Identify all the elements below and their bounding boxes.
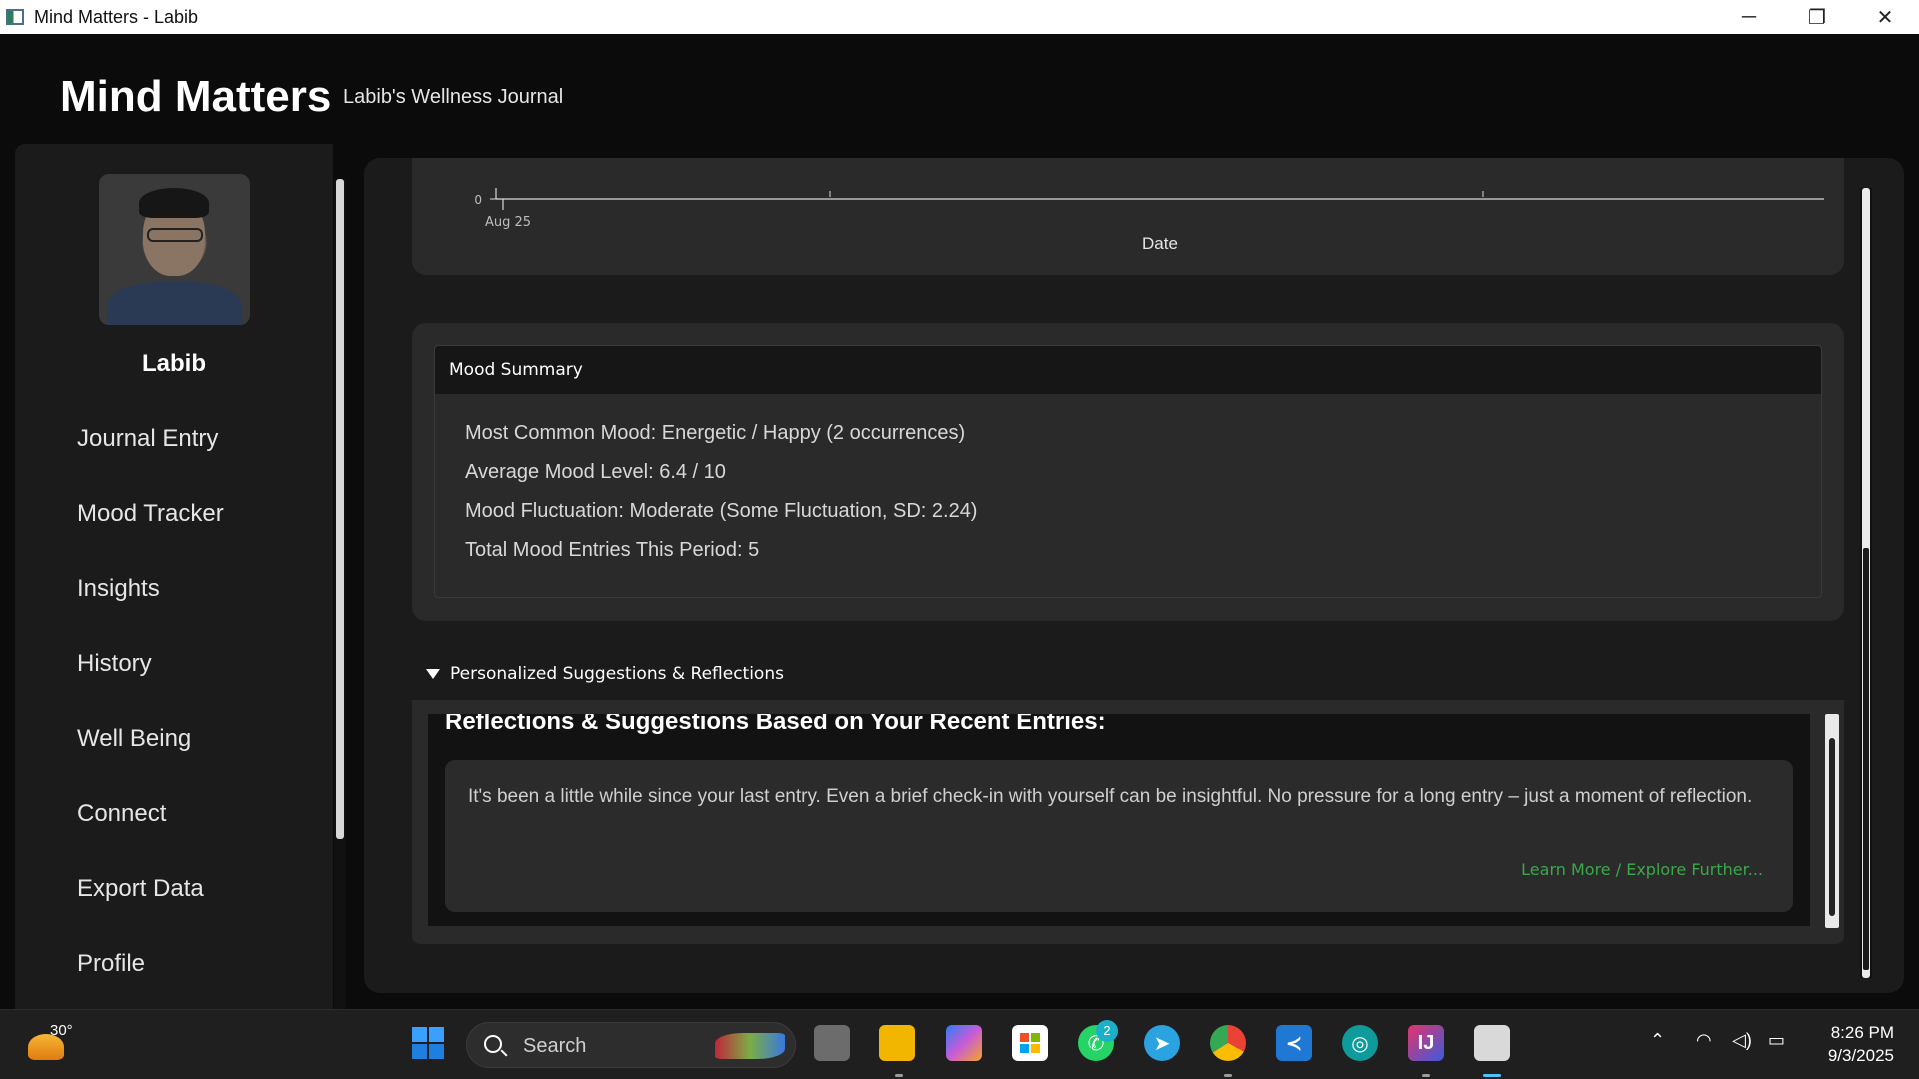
screen-recorder-icon[interactable]: ◎ [1342, 1025, 1378, 1061]
total-mood-entries: Total Mood Entries This Period: 5 [465, 539, 760, 561]
sidebar-nav: Journal Entry Mood Tracker Insights Hist… [77, 424, 224, 1024]
sidebar: Labib Journal Entry Mood Tracker Insight… [15, 144, 333, 1009]
telegram-icon[interactable]: ➤ [1144, 1025, 1180, 1061]
sidebar-item-insights[interactable]: Insights [77, 574, 224, 649]
chrome-icon[interactable] [1210, 1025, 1246, 1061]
suggestions-scroll-area: Reflections & Suggestions Based on Your … [428, 714, 1810, 926]
window-titlebar: Mind Matters - Labib ─ ❐ ✕ [0, 0, 1919, 34]
sidebar-item-mood-tracker[interactable]: Mood Tracker [77, 499, 224, 574]
wifi-icon[interactable]: ◠ [1696, 1030, 1712, 1051]
mood-chart: 0 Aug 25 Date [474, 188, 1824, 253]
volume-icon[interactable]: ◁) [1732, 1030, 1752, 1051]
weather-temperature: 30° [50, 1022, 73, 1039]
active-app-indicator [1483, 1074, 1501, 1077]
sidebar-scrollbar[interactable] [334, 179, 346, 1043]
search-highlight-image [715, 1033, 785, 1059]
app-window: Mind Matters Labib's Wellness Journal La… [0, 34, 1919, 1043]
main-scrollbar[interactable] [1860, 188, 1872, 978]
copilot-icon[interactable] [946, 1025, 982, 1061]
suggestions-header-label: Personalized Suggestions & Reflections [450, 664, 784, 684]
suggestions-title: Reflections & Suggestions Based on Your … [445, 714, 1106, 735]
suggestion-card: It's been a little while since your last… [445, 760, 1793, 912]
microsoft-store-icon[interactable] [1012, 1025, 1048, 1061]
intellij-idea-icon[interactable]: IJ [1408, 1025, 1444, 1061]
avatar [99, 174, 250, 325]
battery-icon[interactable]: ▭ [1768, 1030, 1785, 1051]
task-view-icon[interactable] [814, 1025, 850, 1061]
x-tick-label-aug-25: Aug 25 [485, 215, 531, 230]
sidebar-item-well-being[interactable]: Well Being [77, 724, 224, 799]
sidebar-item-connect[interactable]: Connect [77, 799, 224, 874]
sidebar-item-history[interactable]: History [77, 649, 224, 724]
search-icon [484, 1035, 502, 1053]
mood-summary-list: Most Common Mood: Energetic / Happy (2 o… [435, 394, 1821, 578]
suggestions-scrollbar[interactable] [1825, 714, 1839, 928]
system-clock[interactable]: 8:26 PM 9/3/2025 [1818, 1021, 1894, 1067]
java-app-icon[interactable] [1474, 1025, 1510, 1061]
file-explorer-icon[interactable] [879, 1025, 915, 1061]
expand-triangle-icon [426, 669, 440, 679]
suggestions-panel: Reflections & Suggestions Based on Your … [412, 700, 1844, 944]
most-common-mood: Most Common Mood: Energetic / Happy (2 o… [465, 422, 966, 444]
sidebar-item-journal-entry[interactable]: Journal Entry [77, 424, 224, 499]
close-button[interactable]: ✕ [1851, 0, 1919, 34]
window-title: Mind Matters - Labib [34, 6, 199, 27]
search-label: Search [523, 1035, 587, 1057]
y-tick-label-0: 0 [474, 193, 482, 207]
app-subtitle: Labib's Wellness Journal [343, 86, 564, 108]
main-scrollbar-thumb[interactable] [1863, 548, 1869, 970]
suggestion-text: It's been a little while since your last… [468, 786, 1753, 807]
running-indicator-intellij [1422, 1074, 1430, 1077]
clock-time: 8:26 PM [1830, 1023, 1894, 1042]
clock-date: 9/3/2025 [1827, 1046, 1894, 1065]
window-controls: ─ ❐ ✕ [1715, 0, 1919, 34]
taskbar: 30° Search ✆ 2 ➤ ≺ ◎ IJ ⌃ ◠ ◁) ▭ 8:26 PM… [0, 1009, 1919, 1079]
running-indicator-chrome [1224, 1074, 1232, 1077]
mood-chart-card: 0 Aug 25 Date [412, 158, 1844, 275]
windows-start-icon[interactable] [410, 1025, 446, 1061]
running-indicator-explorer [895, 1074, 903, 1077]
mood-fluctuation: Mood Fluctuation: Moderate (Some Fluctua… [465, 500, 978, 522]
app-icon [6, 9, 24, 25]
x-axis-label: Date [1142, 234, 1178, 253]
suggestions-toggle[interactable]: Personalized Suggestions & Reflections [426, 664, 784, 684]
average-mood-level: Average Mood Level: 6.4 / 10 [465, 461, 726, 483]
learn-more-link[interactable]: Learn More / Explore Further... [1521, 860, 1763, 879]
mood-summary-box: Mood Summary Most Common Mood: Energetic… [434, 345, 1822, 598]
maximize-button[interactable]: ❐ [1783, 0, 1851, 34]
vscode-icon[interactable]: ≺ [1276, 1025, 1312, 1061]
chevron-up-icon[interactable]: ⌃ [1650, 1030, 1665, 1051]
mood-summary-card: Mood Summary Most Common Mood: Energetic… [412, 323, 1844, 621]
user-name: Labib [142, 350, 206, 377]
main-panel: 0 Aug 25 Date Mood Summary Most Common M… [364, 158, 1904, 993]
suggestions-scrollbar-thumb[interactable] [1829, 738, 1835, 916]
whatsapp-badge: 2 [1096, 1020, 1118, 1042]
sidebar-scrollbar-thumb[interactable] [336, 179, 344, 839]
sidebar-item-export-data[interactable]: Export Data [77, 874, 224, 949]
taskbar-search[interactable]: Search [466, 1022, 796, 1068]
weather-widget[interactable]: 30° [28, 1022, 88, 1068]
app-brand: Mind Matters [60, 72, 332, 121]
minimize-button[interactable]: ─ [1715, 0, 1783, 34]
mood-summary-title: Mood Summary [435, 346, 1821, 394]
